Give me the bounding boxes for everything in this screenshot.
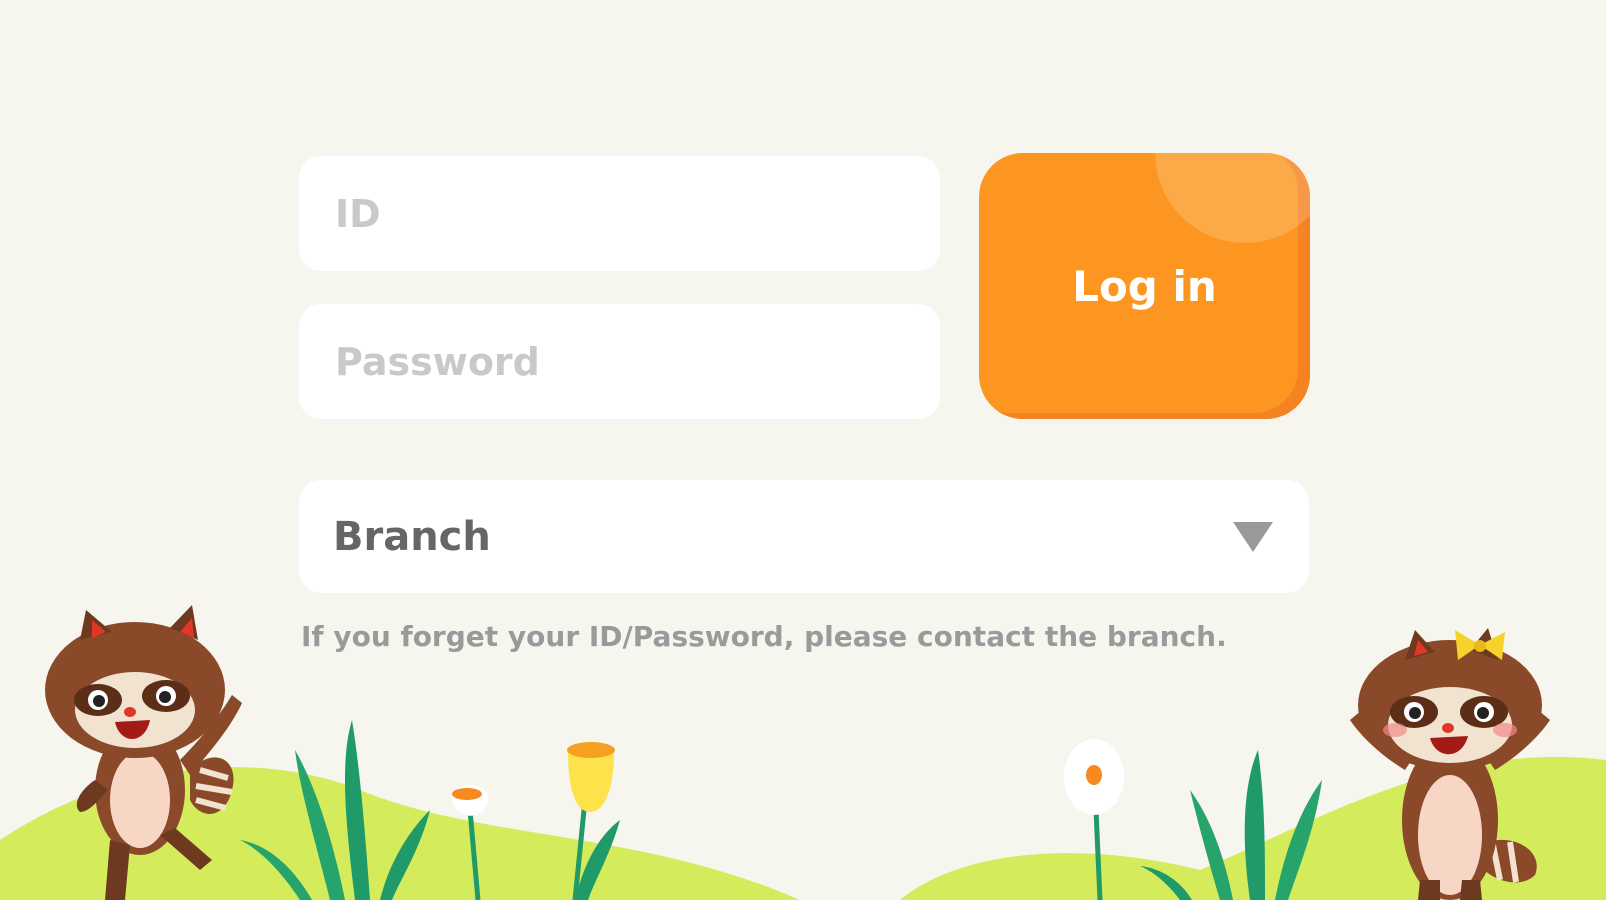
- branch-select[interactable]: Branch: [299, 480, 1309, 593]
- login-button[interactable]: Log in: [979, 153, 1310, 419]
- id-input[interactable]: [333, 190, 940, 237]
- button-shine-decoration: [1155, 153, 1310, 243]
- login-button-label: Log in: [1072, 261, 1217, 311]
- password-input[interactable]: [333, 338, 940, 385]
- branch-select-label: Branch: [333, 513, 491, 560]
- background-scenery: [0, 605, 1606, 900]
- chevron-down-icon: [1233, 521, 1273, 552]
- password-field[interactable]: [299, 304, 940, 419]
- help-text: If you forget your ID/Password, please c…: [301, 620, 1227, 653]
- id-field[interactable]: [299, 156, 940, 271]
